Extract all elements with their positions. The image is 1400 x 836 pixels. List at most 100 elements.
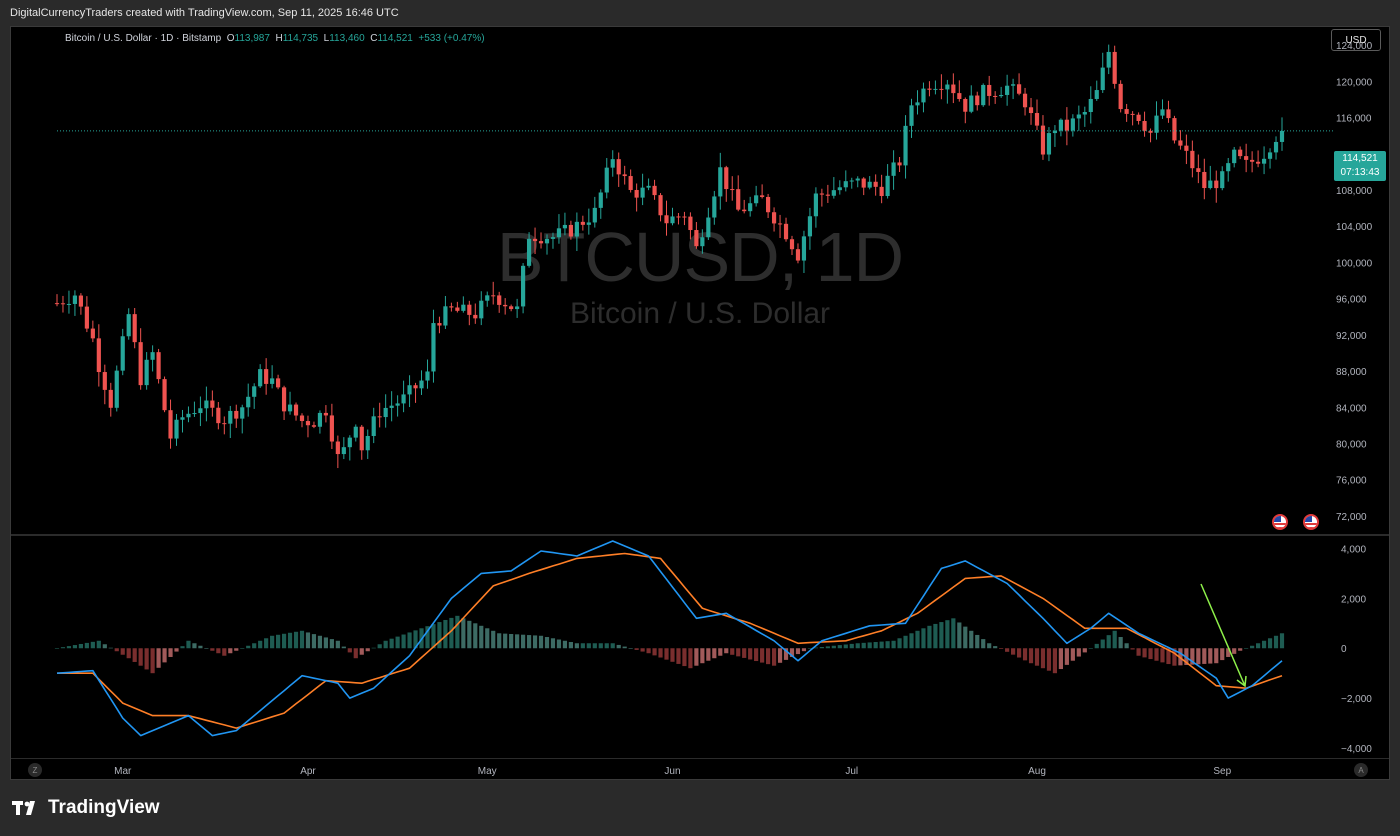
close-value: 114,521 [377,33,413,44]
candle-body [1106,51,1111,68]
auto-scale-icon[interactable]: A [1354,763,1368,777]
candle-body [389,405,394,408]
tradingview-logo[interactable]: TradingView [12,797,160,819]
macd-histogram-bar [60,647,66,649]
candle-body [497,295,502,305]
macd-histogram-bar [825,646,830,649]
time-axis-svg[interactable]: Mar Apr May Jun Jul Aug Sep [11,759,1389,781]
candle-body [903,125,908,166]
us-flag-icon[interactable] [1272,514,1288,530]
candle-body [795,249,801,261]
macd-pane[interactable]: 4,000 2,000 0 −2,000 −4,000 [11,536,1389,758]
macd-chart-svg[interactable]: 4,000 2,000 0 −2,000 −4,000 [11,536,1389,758]
price-axis-label: 76,000 [1336,476,1367,487]
candle-body [706,217,711,238]
macd-histogram-bar [616,644,621,649]
candle-body [550,237,556,239]
macd-histogram-bar [664,648,669,660]
macd-histogram-bar [1279,633,1285,649]
macd-histogram-bar [742,648,747,658]
candle-body [293,404,299,416]
us-flag-icon[interactable] [1303,514,1319,530]
candle-body [1034,113,1040,126]
macd-histogram-bar [228,648,233,654]
macd-histogram-bar [951,618,956,649]
macd-histogram-bar [1154,648,1159,661]
candle-body [532,238,538,242]
candle-body [766,196,771,213]
zoom-reset-icon[interactable]: Z [28,763,42,777]
macd-axis-label: 2,000 [1341,594,1366,605]
macd-histogram-bar [1273,635,1279,649]
macd-histogram-bar [771,648,777,666]
macd-histogram-bar [174,648,179,652]
candle-body [168,410,173,439]
candle-body [813,193,818,217]
macd-histogram-bar [879,641,884,649]
macd-histogram-bar [162,648,167,663]
candle-body [688,216,693,231]
macd-histogram-bar [1160,648,1165,663]
time-axis[interactable]: Mar Apr May Jun Jul Aug Sep Z A [11,758,1389,781]
macd-histogram-bar [999,648,1004,649]
candle-body [855,178,860,181]
candle-body [144,359,149,386]
candle-body [222,423,227,425]
currency-button[interactable]: USD [1331,29,1381,51]
candle-body [1172,118,1177,141]
candle-body [819,193,824,195]
price-pane[interactable]: BTCUSD, 1D Bitcoin / U.S. Dollar 124,000… [11,27,1389,534]
candle-body [598,192,603,208]
candle-body [1190,150,1195,169]
candle-body [234,410,239,419]
candle-body [1202,171,1207,189]
tradingview-wordmark: TradingView [48,797,160,818]
macd-histogram-bar [1046,648,1052,671]
macd-histogram-bar [909,633,914,649]
macd-histogram-bar [503,633,508,649]
candle-body [580,221,585,225]
macd-histogram-bar [921,628,926,649]
candle-body [192,413,197,415]
candle-body [676,216,681,218]
macd-histogram-bar [521,634,526,649]
macd-histogram-bar [885,641,890,649]
macd-histogram-bar [54,648,60,649]
candle-body [329,415,334,442]
macd-histogram-bar [1196,648,1201,665]
macd-histogram-bar [658,648,663,658]
macd-histogram-bar [252,643,257,649]
macd-histogram-bar [628,648,633,649]
candle-body [515,306,520,310]
candle-body [789,239,795,250]
price-axis-label: 80,000 [1336,439,1367,450]
candle-body [718,167,723,197]
candle-body [1160,109,1165,116]
macd-histogram-bar [90,641,95,649]
macd-histogram-bar [903,635,908,649]
price-chart-svg[interactable]: 124,000120,000116,000112,000108,000104,0… [11,27,1389,534]
macd-histogram-bar [526,635,532,649]
candle-body [150,352,155,360]
candle-body [198,408,203,414]
chart-frame[interactable]: BTCUSD, 1D Bitcoin / U.S. Dollar 124,000… [10,26,1390,780]
macd-histogram-bar [108,647,113,649]
candle-body [186,413,191,418]
candle-body [467,304,472,315]
candle-body [1005,85,1010,95]
candle-body [66,303,72,305]
macd-histogram-bar [497,633,502,649]
candle-body [909,105,914,126]
macd-histogram-bar [234,648,239,651]
candle-body [1256,161,1261,164]
macd-histogram-bar [1118,637,1123,649]
candle-body [1130,113,1135,115]
macd-histogram-bar [84,642,89,649]
macd-histogram-bar [724,648,729,654]
candle-body [72,295,78,304]
candle-body [1064,119,1069,131]
symbol-legend[interactable]: Bitcoin / U.S. Dollar · 1D · Bitstamp O1… [65,33,485,44]
candle-body [317,412,323,427]
macd-histogram-bar [455,615,460,649]
macd-histogram-bar [473,623,478,649]
